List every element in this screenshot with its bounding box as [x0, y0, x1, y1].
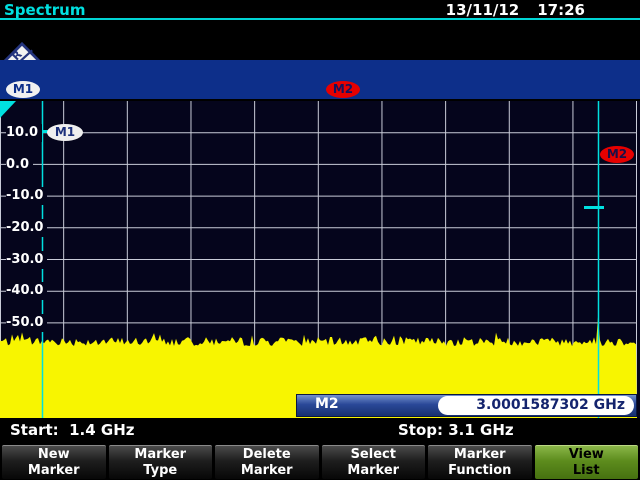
y-axis-tick: -20.0: [6, 219, 47, 237]
stop-frequency: Stop: 3.1 GHz: [398, 418, 514, 443]
softkey-delete-marker[interactable]: DeleteMarker: [215, 445, 319, 479]
entry-box-label: M2: [315, 396, 339, 412]
softkey-bar: NewMarker MarkerType DeleteMarker Select…: [0, 443, 640, 480]
y-axis-tick: 0.0: [6, 156, 33, 174]
frequency-status-row: Start: 1.4 GHz Stop: 3.1 GHz: [0, 418, 640, 443]
marker-frequency-input[interactable]: 3.0001587302 GHz: [438, 396, 634, 415]
softkey-select-marker[interactable]: SelectMarker: [322, 445, 426, 479]
y-axis-tick: -10.0: [6, 187, 47, 205]
y-axis-tick: -40.0: [6, 282, 47, 300]
y-axis-tick: -50.0: [6, 314, 47, 332]
y-axis-tick: -30.0: [6, 251, 47, 269]
marker2-flag[interactable]: M2: [600, 146, 634, 163]
start-frequency: Start: 1.4 GHz: [10, 418, 135, 443]
softkey-marker-function[interactable]: MarkerFunction: [428, 445, 532, 479]
softkey-new-marker[interactable]: NewMarker: [2, 445, 106, 479]
softkey-view-list[interactable]: ViewList: [535, 445, 639, 479]
marker-entry-box: M2 3.0001587302 GHz: [296, 394, 637, 417]
spectrum-analyzer-screen: Spectrum 13/11/1217:26 R S Ref:20.0 dBm …: [0, 0, 640, 480]
marker1-flag[interactable]: M1: [47, 124, 83, 141]
softkey-marker-type[interactable]: MarkerType: [109, 445, 213, 479]
y-axis-tick: 10.0: [6, 124, 42, 142]
